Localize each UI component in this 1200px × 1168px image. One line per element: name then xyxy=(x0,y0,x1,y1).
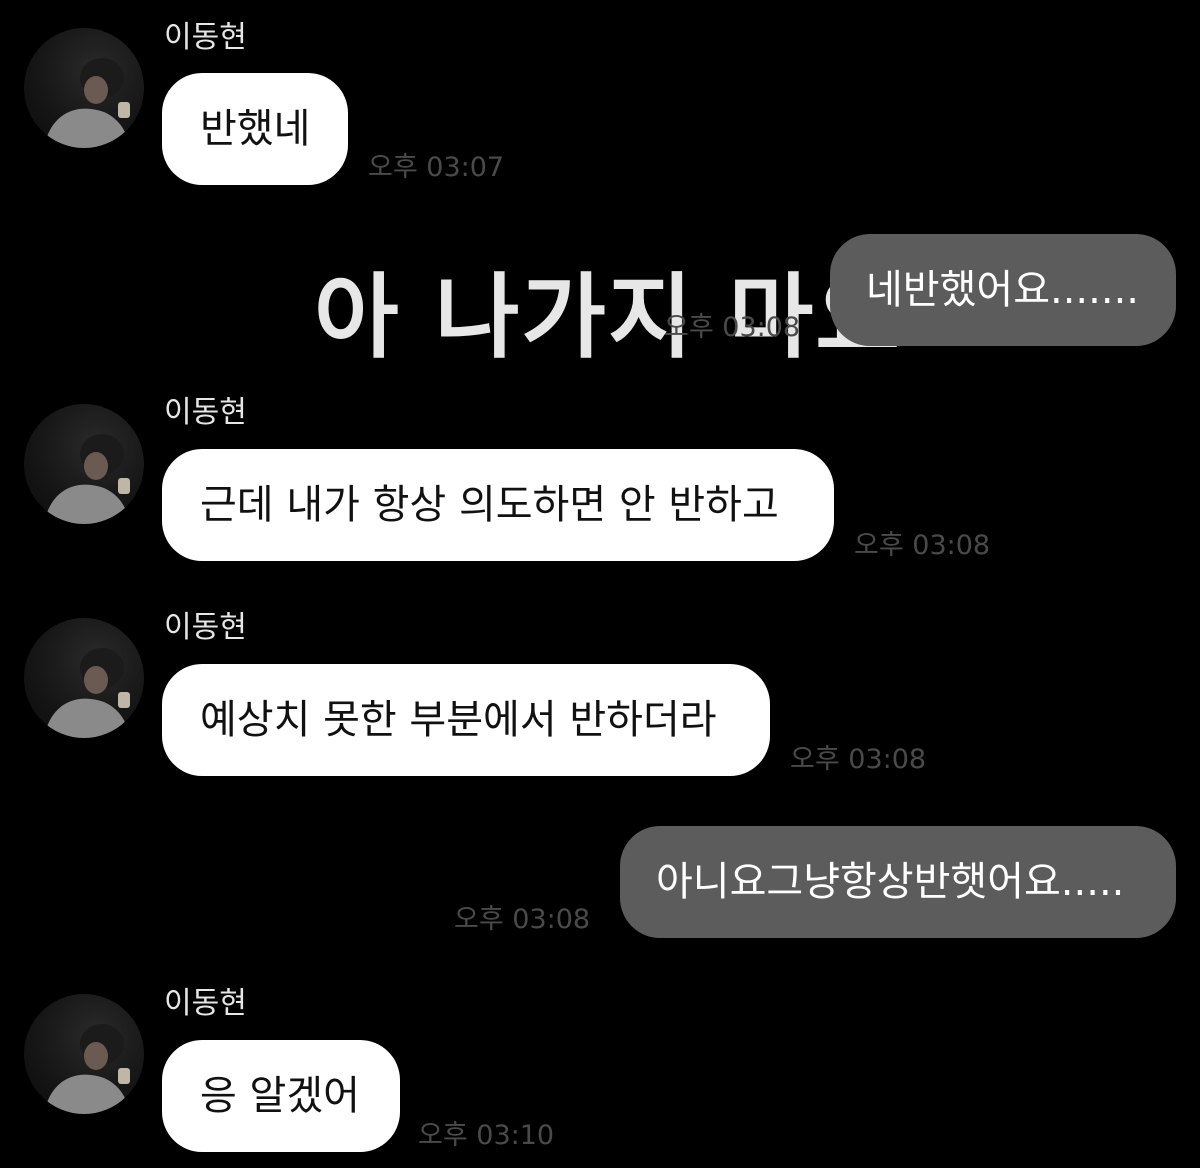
message-timestamp: 오후 03:10 xyxy=(418,1120,555,1151)
avatar[interactable] xyxy=(24,404,144,524)
sender-name: 이동현 xyxy=(164,610,247,645)
sender-name: 이동현 xyxy=(164,395,247,430)
message-timestamp: 오후 03:08 xyxy=(854,530,991,561)
message-bubble[interactable]: 반했네 xyxy=(162,73,349,185)
message-timestamp: 오후 03:07 xyxy=(368,152,505,183)
message-bubble-outgoing[interactable]: 아니요그냥항상반햇어요..... xyxy=(620,826,1176,938)
sender-name: 이동현 xyxy=(164,986,247,1021)
avatar[interactable] xyxy=(24,618,144,738)
message-bubble-outgoing[interactable]: 네반했어요....... xyxy=(830,234,1176,346)
message-bubble[interactable]: 근데 내가 항상 의도하면 안 반하고 xyxy=(162,449,834,561)
message-timestamp: 오후 03:08 xyxy=(790,744,927,775)
profile-photo-icon xyxy=(44,58,130,148)
profile-photo-icon xyxy=(44,434,130,524)
message-timestamp: 오후 03:08 xyxy=(664,312,801,343)
profile-photo-icon xyxy=(44,1024,130,1114)
avatar[interactable] xyxy=(24,28,144,148)
message-bubble[interactable]: 예상치 못한 부분에서 반하더라 xyxy=(162,664,770,776)
avatar[interactable] xyxy=(24,994,144,1114)
sender-name: 이동현 xyxy=(164,20,247,55)
overlay-caption: 아 나가지 마요 xyxy=(314,264,902,371)
message-bubble[interactable]: 응 알겠어 xyxy=(162,1040,400,1152)
profile-photo-icon xyxy=(44,648,130,738)
message-timestamp: 오후 03:08 xyxy=(454,904,591,935)
